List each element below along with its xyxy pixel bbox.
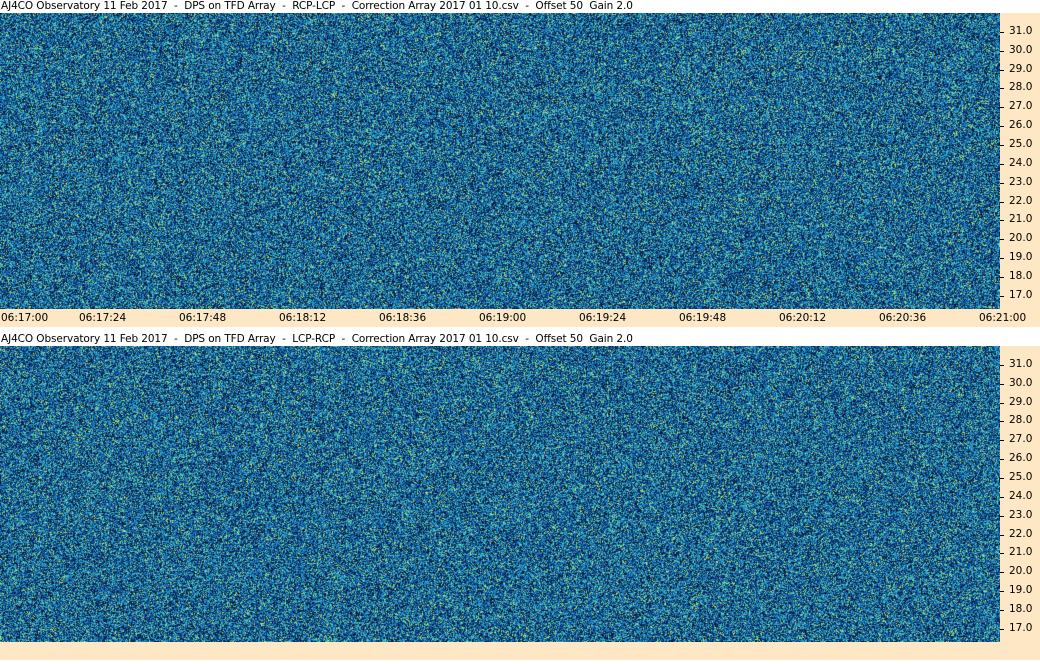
bottom-frequency-tick-mark xyxy=(1000,497,1004,498)
top-spectrogram xyxy=(0,13,1000,309)
bottom-frequency-tick-label: 22.0 xyxy=(1009,528,1033,540)
bottom-frequency-tick-label: 19.0 xyxy=(1009,584,1033,596)
top-frequency-tick-label: 30.0 xyxy=(1009,44,1033,56)
time-tick-label: 06:17:00 xyxy=(1,312,49,324)
top-frequency-tick-mark xyxy=(1000,258,1004,259)
bottom-frequency-tick-mark xyxy=(1000,384,1004,385)
top-frequency-tick-mark xyxy=(1000,220,1004,221)
top-frequency-tick-mark xyxy=(1000,88,1004,89)
top-frequency-axis: 31.0 30.0 29.0 28.0 27.0 26.0 25.0 24.0 23.0 22.0… xyxy=(1000,13,1040,309)
bottom-frequency-tick-label: 24.0 xyxy=(1009,490,1033,502)
bottom-frequency-tick-label: 26.0 xyxy=(1009,452,1033,464)
top-frequency-tick-label: 22.0 xyxy=(1009,195,1033,207)
top-frequency-tick-label: 21.0 xyxy=(1009,213,1033,225)
bottom-frequency-tick-label: 23.0 xyxy=(1009,509,1033,521)
top-frequency-tick-label: 31.0 xyxy=(1009,25,1033,37)
top-frequency-tick-mark xyxy=(1000,239,1004,240)
time-tick-label: 06:19:48 xyxy=(679,312,727,324)
bottom-frequency-tick-label: 28.0 xyxy=(1009,414,1033,426)
top-panel-title: AJ4CO Observatory 11 Feb 2017 - DPS on T… xyxy=(1,0,633,12)
top-frequency-tick-mark xyxy=(1000,164,1004,165)
time-tick-label: 06:20:12 xyxy=(779,312,827,324)
bottom-frequency-tick-label: 18.0 xyxy=(1009,603,1033,615)
bottom-spectrogram xyxy=(0,346,1000,642)
top-frequency-tick-label: 19.0 xyxy=(1009,251,1033,263)
time-tick-label: 06:21:00 xyxy=(979,312,1027,324)
bottom-frequency-tick-mark xyxy=(1000,553,1004,554)
top-frequency-tick-label: 28.0 xyxy=(1009,81,1033,93)
time-tick-label: 06:20:36 xyxy=(879,312,927,324)
top-frequency-tick-label: 20.0 xyxy=(1009,232,1033,244)
time-tick-label: 06:19:24 xyxy=(579,312,627,324)
top-frequency-tick-label: 27.0 xyxy=(1009,100,1033,112)
bottom-frequency-tick-mark xyxy=(1000,572,1004,573)
top-frequency-tick-label: 18.0 xyxy=(1009,270,1033,282)
bottom-frequency-tick-mark xyxy=(1000,421,1004,422)
top-frequency-tick-mark xyxy=(1000,296,1004,297)
time-tick-label: 06:18:36 xyxy=(379,312,427,324)
top-frequency-tick-label: 25.0 xyxy=(1009,138,1033,150)
bottom-frequency-tick-label: 20.0 xyxy=(1009,565,1033,577)
bottom-frequency-tick-label: 30.0 xyxy=(1009,377,1033,389)
top-frequency-tick-label: 29.0 xyxy=(1009,63,1033,75)
top-frequency-tick-mark xyxy=(1000,183,1004,184)
bottom-time-strip xyxy=(0,642,1040,660)
bottom-frequency-tick-mark xyxy=(1000,591,1004,592)
bottom-frequency-tick-mark xyxy=(1000,535,1004,536)
top-frequency-tick-mark xyxy=(1000,51,1004,52)
top-frequency-tick-label: 26.0 xyxy=(1009,119,1033,131)
bottom-frequency-tick-mark xyxy=(1000,459,1004,460)
time-axis: 06:17:00 06:17:24 06:17:48 06:18:12 06:18:36… xyxy=(0,309,1040,327)
time-tick-label: 06:19:00 xyxy=(479,312,527,324)
top-frequency-tick-mark xyxy=(1000,107,1004,108)
top-frequency-tick-label: 23.0 xyxy=(1009,176,1033,188)
top-frequency-tick-mark xyxy=(1000,126,1004,127)
bottom-frequency-tick-mark xyxy=(1000,629,1004,630)
bottom-frequency-tick-label: 17.0 xyxy=(1009,622,1033,634)
bottom-frequency-tick-label: 27.0 xyxy=(1009,433,1033,445)
bottom-frequency-tick-label: 21.0 xyxy=(1009,546,1033,558)
bottom-frequency-tick-mark xyxy=(1000,440,1004,441)
time-tick-label: 06:18:12 xyxy=(279,312,327,324)
bottom-frequency-tick-label: 29.0 xyxy=(1009,396,1033,408)
top-frequency-tick-mark xyxy=(1000,70,1004,71)
bottom-frequency-tick-mark xyxy=(1000,403,1004,404)
top-frequency-tick-mark xyxy=(1000,145,1004,146)
top-frequency-tick-mark xyxy=(1000,32,1004,33)
top-frequency-tick-mark xyxy=(1000,277,1004,278)
bottom-panel-title: AJ4CO Observatory 11 Feb 2017 - DPS on T… xyxy=(1,333,633,345)
bottom-frequency-tick-mark xyxy=(1000,610,1004,611)
bottom-frequency-tick-label: 25.0 xyxy=(1009,471,1033,483)
bottom-frequency-tick-label: 31.0 xyxy=(1009,358,1033,370)
top-frequency-tick-mark xyxy=(1000,202,1004,203)
bottom-frequency-tick-mark xyxy=(1000,516,1004,517)
top-frequency-tick-label: 17.0 xyxy=(1009,289,1033,301)
time-tick-label: 06:17:48 xyxy=(179,312,227,324)
bottom-frequency-axis: 31.0 30.0 29.0 28.0 27.0 26.0 25.0 24.0 23.0 22.0… xyxy=(1000,346,1040,642)
time-tick-label: 06:17:24 xyxy=(79,312,127,324)
bottom-frequency-tick-mark xyxy=(1000,365,1004,366)
bottom-frequency-tick-mark xyxy=(1000,478,1004,479)
top-frequency-tick-label: 24.0 xyxy=(1009,157,1033,169)
